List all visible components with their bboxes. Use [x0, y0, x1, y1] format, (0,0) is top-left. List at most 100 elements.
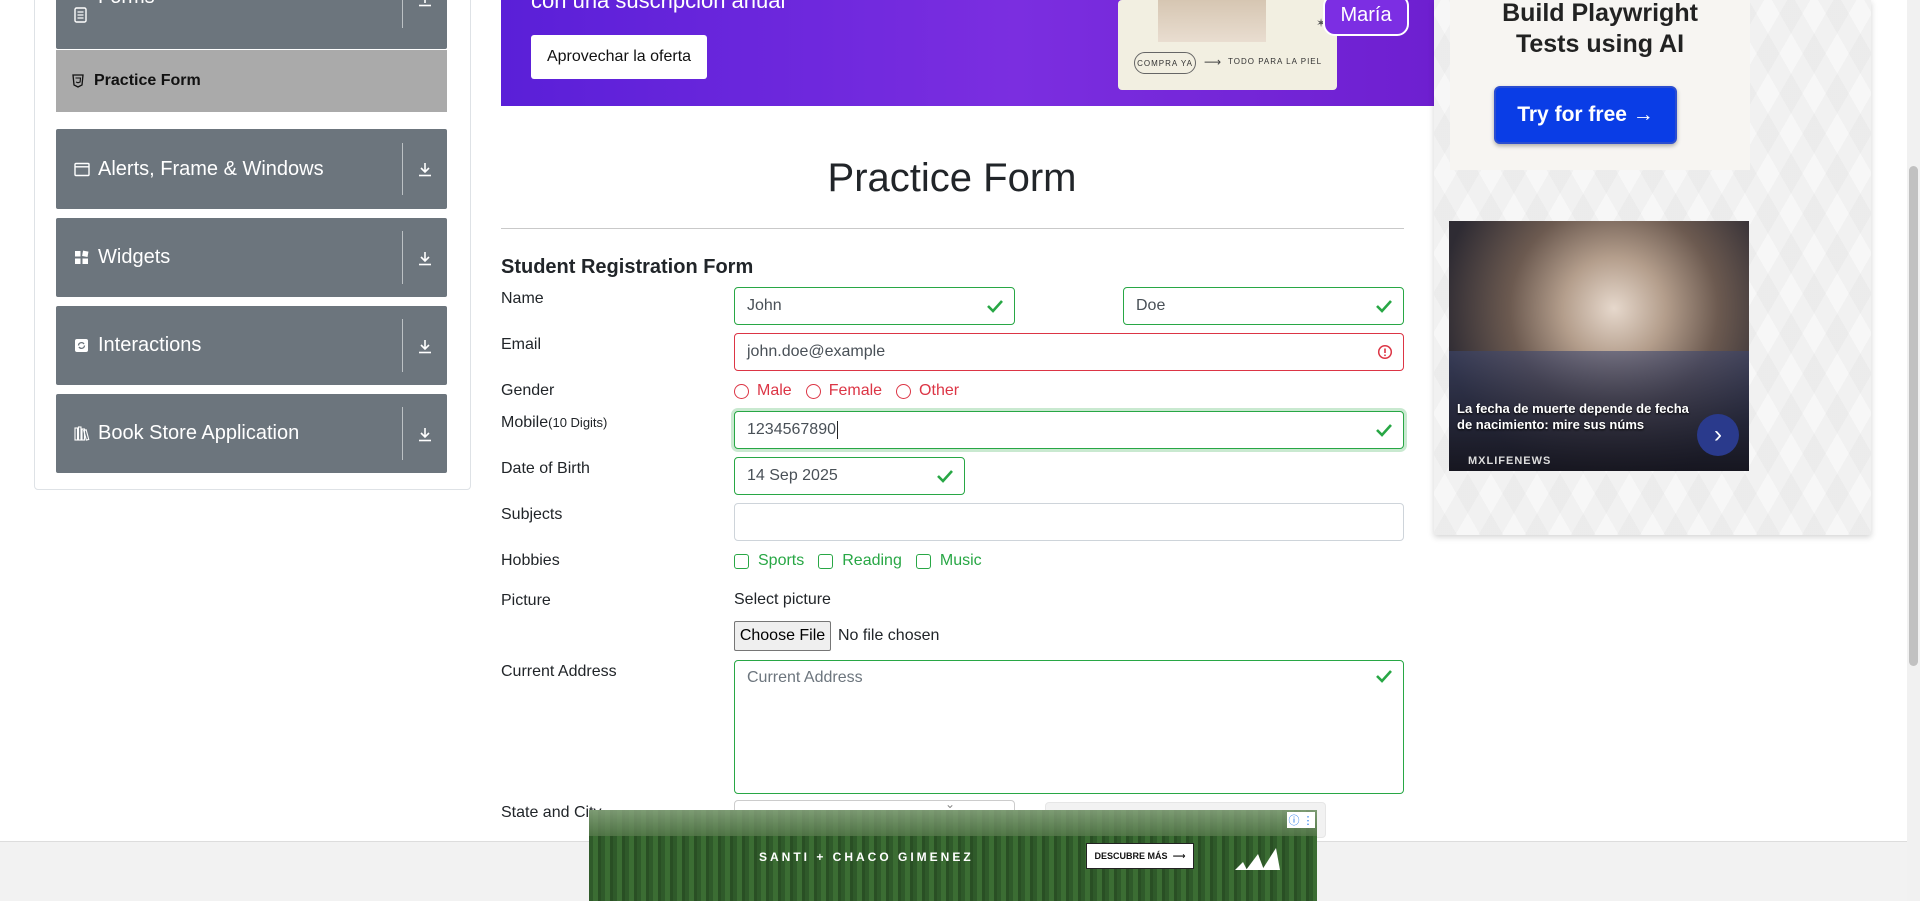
mobile-hint: (10 Digits)	[548, 415, 608, 430]
first-name-value: John	[747, 297, 782, 314]
window-icon	[74, 162, 92, 177]
sidebar-group-label: Alerts, Frame & Windows	[98, 157, 324, 180]
current-address-textarea[interactable]: Current Address	[734, 660, 1404, 794]
sidebar-group-label: Widgets	[98, 246, 171, 268]
mobile-label-text: Mobile	[501, 414, 549, 431]
date-of-birth-input[interactable]: 14 Sep 2025	[734, 457, 965, 495]
sidebar-group-label: Interactions	[98, 334, 202, 356]
gender-male-radio[interactable]: Male	[734, 382, 792, 400]
choose-file-button[interactable]: Choose File	[734, 621, 831, 651]
file-status: No file chosen	[838, 627, 940, 644]
mobile-input[interactable]: 1234567890	[734, 411, 1404, 449]
scrollbar-thumb[interactable]	[1909, 166, 1918, 666]
radio-circle[interactable]	[734, 383, 749, 399]
playwright-ad-title: Build Playwright Tests using AI	[1450, 0, 1750, 60]
mobile-label: Mobile(10 Digits)	[501, 414, 607, 432]
expand-icon[interactable]	[403, 161, 447, 177]
ad-image	[589, 810, 1317, 836]
expand-icon[interactable]	[403, 250, 447, 266]
radio-circle[interactable]	[805, 383, 821, 399]
expand-icon[interactable]	[403, 338, 447, 354]
text-caret	[836, 421, 838, 439]
hobbies-checkbox-group: Sports Reading Music	[734, 552, 996, 570]
hobbies-label: Hobbies	[501, 552, 560, 569]
sidebar-group-widgets[interactable]: Widgets	[56, 218, 447, 297]
right-ad-column: Build Playwright Tests using AI Try for …	[1434, 0, 1871, 535]
mobile-value: 1234567890	[747, 421, 836, 438]
gender-radio-group: Male Female Other	[734, 382, 973, 400]
playwright-ad[interactable]: Build Playwright Tests using AI Try for …	[1450, 0, 1750, 170]
bottom-ad-banner[interactable]: SANTI + CHACO GIMENEZ DESCUBRE MÁS ⟶ ⓘ ⋮	[589, 810, 1317, 901]
discover-more-button[interactable]: DESCUBRE MÁS ⟶	[1086, 843, 1194, 869]
subjects-label: Subjects	[501, 506, 563, 523]
chevron-down-icon: ⌄	[945, 797, 956, 811]
error-icon	[1377, 344, 1393, 360]
books-icon	[74, 426, 92, 441]
sidebar-group-label: Book Store Application	[98, 422, 300, 444]
adidas-logo-icon	[1235, 848, 1280, 870]
check-icon	[1375, 423, 1393, 437]
email-label: Email	[501, 336, 542, 353]
ad-name-badge: María	[1323, 0, 1409, 36]
info-icon[interactable]: ⓘ	[1289, 812, 1300, 828]
subjects-input[interactable]	[734, 503, 1404, 541]
gender-other-radio[interactable]: Other	[896, 382, 959, 400]
arrow-right-icon: ⟶	[1204, 55, 1222, 69]
collapse-icon[interactable]	[403, 0, 447, 7]
radio-label: Male	[757, 382, 792, 399]
email-value: john.doe@example	[747, 343, 886, 360]
checkbox-label: Sports	[758, 552, 805, 569]
news-ad-brand: MXLIFENEWS	[1468, 455, 1552, 467]
radio-label: Other	[919, 382, 960, 399]
check-icon	[1375, 669, 1393, 688]
news-ad[interactable]: La fecha de muerte depende de fecha de n…	[1449, 221, 1749, 471]
bottom-ad-text: SANTI + CHACO GIMENEZ	[759, 850, 974, 864]
arrow-right-icon: ⟶	[1172, 850, 1186, 861]
playwright-ad-title-line2: Tests using AI	[1515, 30, 1685, 58]
interactions-icon	[74, 338, 92, 353]
last-name-input[interactable]: Doe	[1123, 287, 1404, 325]
checkbox-box[interactable]	[818, 553, 834, 569]
sidebar-group-interactions[interactable]: Interactions	[56, 306, 447, 385]
divider	[501, 228, 1404, 229]
hobby-sports-checkbox[interactable]: Sports	[734, 552, 804, 570]
last-name-value: Doe	[1136, 297, 1166, 314]
select-picture-label: Select picture	[734, 591, 831, 608]
expand-icon[interactable]	[403, 426, 447, 442]
html5-icon	[72, 74, 86, 88]
hobby-music-checkbox[interactable]: Music	[915, 552, 982, 570]
checkbox-label: Music	[939, 552, 982, 569]
chevron-right-icon[interactable]: ›	[1697, 414, 1739, 456]
gender-label: Gender	[501, 382, 555, 399]
check-icon	[1375, 299, 1393, 313]
email-input[interactable]: john.doe@example	[734, 333, 1404, 371]
sidebar-item-label: Practice Form	[94, 72, 201, 89]
checkbox-box[interactable]	[915, 553, 931, 569]
sidebar-group-book-store[interactable]: Book Store Application	[56, 394, 447, 473]
dob-label: Date of Birth	[501, 460, 590, 477]
address-placeholder: Current Address	[747, 669, 863, 686]
ad-info-icon[interactable]: ⓘ ⋮	[1287, 812, 1315, 828]
dob-value: 14 Sep 2025	[747, 467, 838, 484]
sidebar-group-label: Forms	[98, 0, 402, 9]
gender-female-radio[interactable]: Female	[805, 382, 883, 400]
address-label: Current Address	[501, 663, 617, 680]
form-heading: Student Registration Form	[501, 256, 754, 278]
ad-offer-button[interactable]: Aprovechar la oferta	[531, 35, 707, 79]
sidebar-item-practice-form[interactable]: Practice Form	[56, 50, 447, 112]
top-ad-banner[interactable]: con una suscripción anual Aprovechar la …	[501, 0, 1434, 106]
first-name-input[interactable]: John	[734, 287, 1015, 325]
playwright-ad-title-line1: Build Playwright	[1502, 0, 1698, 27]
sidebar-group-alerts[interactable]: Alerts, Frame & Windows	[56, 129, 447, 209]
checkbox-box[interactable]	[734, 553, 749, 569]
ad-compra-badge: COMPRA YA	[1134, 52, 1196, 74]
hobby-reading-checkbox[interactable]: Reading	[818, 552, 902, 570]
try-for-free-button[interactable]: Try for free →	[1494, 86, 1677, 144]
sidebar-group-forms[interactable]: Forms	[56, 0, 447, 49]
radio-label: Female	[828, 382, 883, 399]
more-options-icon[interactable]: ⋮	[1303, 814, 1314, 827]
ad-photo	[1158, 0, 1266, 42]
ad-product-card[interactable]: COMPRA YA ⟶ TODO PARA LA PIEL	[1118, 0, 1337, 90]
name-label: Name	[501, 290, 544, 307]
radio-circle[interactable]	[896, 383, 912, 399]
